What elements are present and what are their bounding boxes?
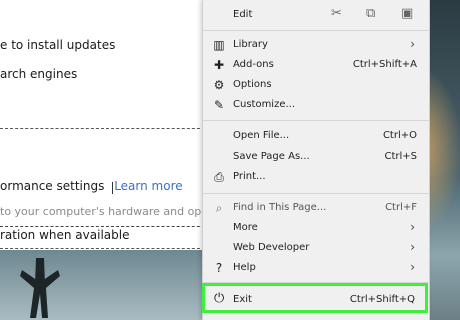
power-icon: ⏻ — [214, 291, 225, 306]
edit-row: Edit ✂ ⧉ ▣ — [203, 0, 429, 30]
menu-item-options[interactable]: ⚙ Options — [203, 75, 429, 95]
hardware-acceleration-option[interactable]: ration when available — [0, 228, 129, 242]
menu-item-label: Save Page As... — [233, 151, 310, 162]
menu-item-add-ons[interactable]: ✚ Add-ons Ctrl+Shift+A — [203, 55, 429, 75]
menu-item-print[interactable]: ⎙ Print... — [203, 167, 429, 187]
menu-separator — [203, 30, 429, 31]
copy-icon[interactable]: ⧉ — [366, 6, 375, 21]
hardware-text: to your computer's hardware and opera — [0, 205, 220, 218]
menu-item-web-developer[interactable]: Web Developer › — [203, 238, 429, 258]
menu-item-help[interactable]: ? Help › — [203, 258, 429, 278]
updates-text: e to install updates — [0, 38, 116, 52]
text-cursor — [112, 182, 121, 194]
menu-separator — [203, 193, 429, 194]
chevron-right-icon: › — [410, 37, 415, 51]
chevron-right-icon: › — [410, 240, 415, 254]
menu-item-shortcut: Ctrl+F — [385, 202, 417, 213]
menu-item-label: Open File... — [233, 130, 290, 141]
learn-more-link[interactable]: Learn more — [114, 179, 182, 193]
cut-icon[interactable]: ✂ — [331, 6, 342, 21]
library-icon: ▥ — [213, 38, 225, 52]
performance-settings-row: ormance settings Learn more — [0, 179, 183, 193]
gear-icon: ⚙ — [213, 78, 225, 92]
menu-item-exit[interactable]: ⏻ Exit Ctrl+Shift+Q — [202, 283, 428, 313]
menu-item-label: Library — [233, 39, 268, 50]
help-icon: ? — [215, 261, 223, 275]
menu-item-library[interactable]: ▥ Library › — [203, 35, 429, 55]
search-icon: ⌕ — [215, 201, 223, 215]
menu-item-customize[interactable]: ✎ Customize... — [203, 95, 429, 115]
menu-item-save-page-as[interactable]: Save Page As... Ctrl+S — [203, 147, 429, 167]
menu-item-label: Customize... — [233, 99, 296, 110]
search-engines-text: arch engines — [0, 67, 78, 81]
menu-item-label: Add-ons — [233, 59, 274, 70]
chevron-right-icon: › — [410, 220, 415, 234]
brush-icon: ✎ — [213, 98, 225, 112]
menu-item-label: Options — [233, 79, 272, 90]
menu-item-label: Exit — [233, 294, 252, 305]
menu-item-label: Help — [233, 262, 256, 273]
menu-item-shortcut: Ctrl+S — [384, 151, 417, 162]
menu-separator — [203, 120, 429, 121]
printer-icon: ⎙ — [214, 170, 224, 184]
puzzle-icon: ✚ — [213, 58, 225, 72]
settings-page: e to install updates arch engines ormanc… — [0, 0, 230, 250]
menu-item-find-in-page[interactable]: ⌕ Find in This Page... Ctrl+F — [203, 198, 429, 218]
menu-item-open-file[interactable]: Open File... Ctrl+O — [203, 126, 429, 146]
menu-item-shortcut: Ctrl+Shift+A — [352, 59, 417, 70]
accel-bottom-divider — [0, 248, 210, 249]
section-divider — [0, 128, 210, 129]
performance-settings-label: ormance settings — [0, 179, 105, 193]
menu-item-shortcut: Ctrl+Shift+Q — [349, 294, 415, 305]
menu-item-label: Print... — [233, 171, 266, 182]
paste-icon[interactable]: ▣ — [401, 6, 413, 21]
menu-item-shortcut: Ctrl+O — [382, 130, 417, 141]
menu-item-label: Web Developer — [233, 242, 310, 253]
app-menu-panel: Edit ✂ ⧉ ▣ ▥ Library › ✚ Add-ons Ctrl+Sh… — [202, 0, 430, 320]
menu-item-more[interactable]: More › — [203, 218, 429, 238]
menu-item-label: More — [233, 222, 258, 233]
menu-item-label: Find in This Page... — [233, 202, 327, 213]
edit-label: Edit — [233, 9, 253, 20]
accel-divider — [0, 226, 220, 227]
chevron-right-icon: › — [410, 260, 415, 274]
